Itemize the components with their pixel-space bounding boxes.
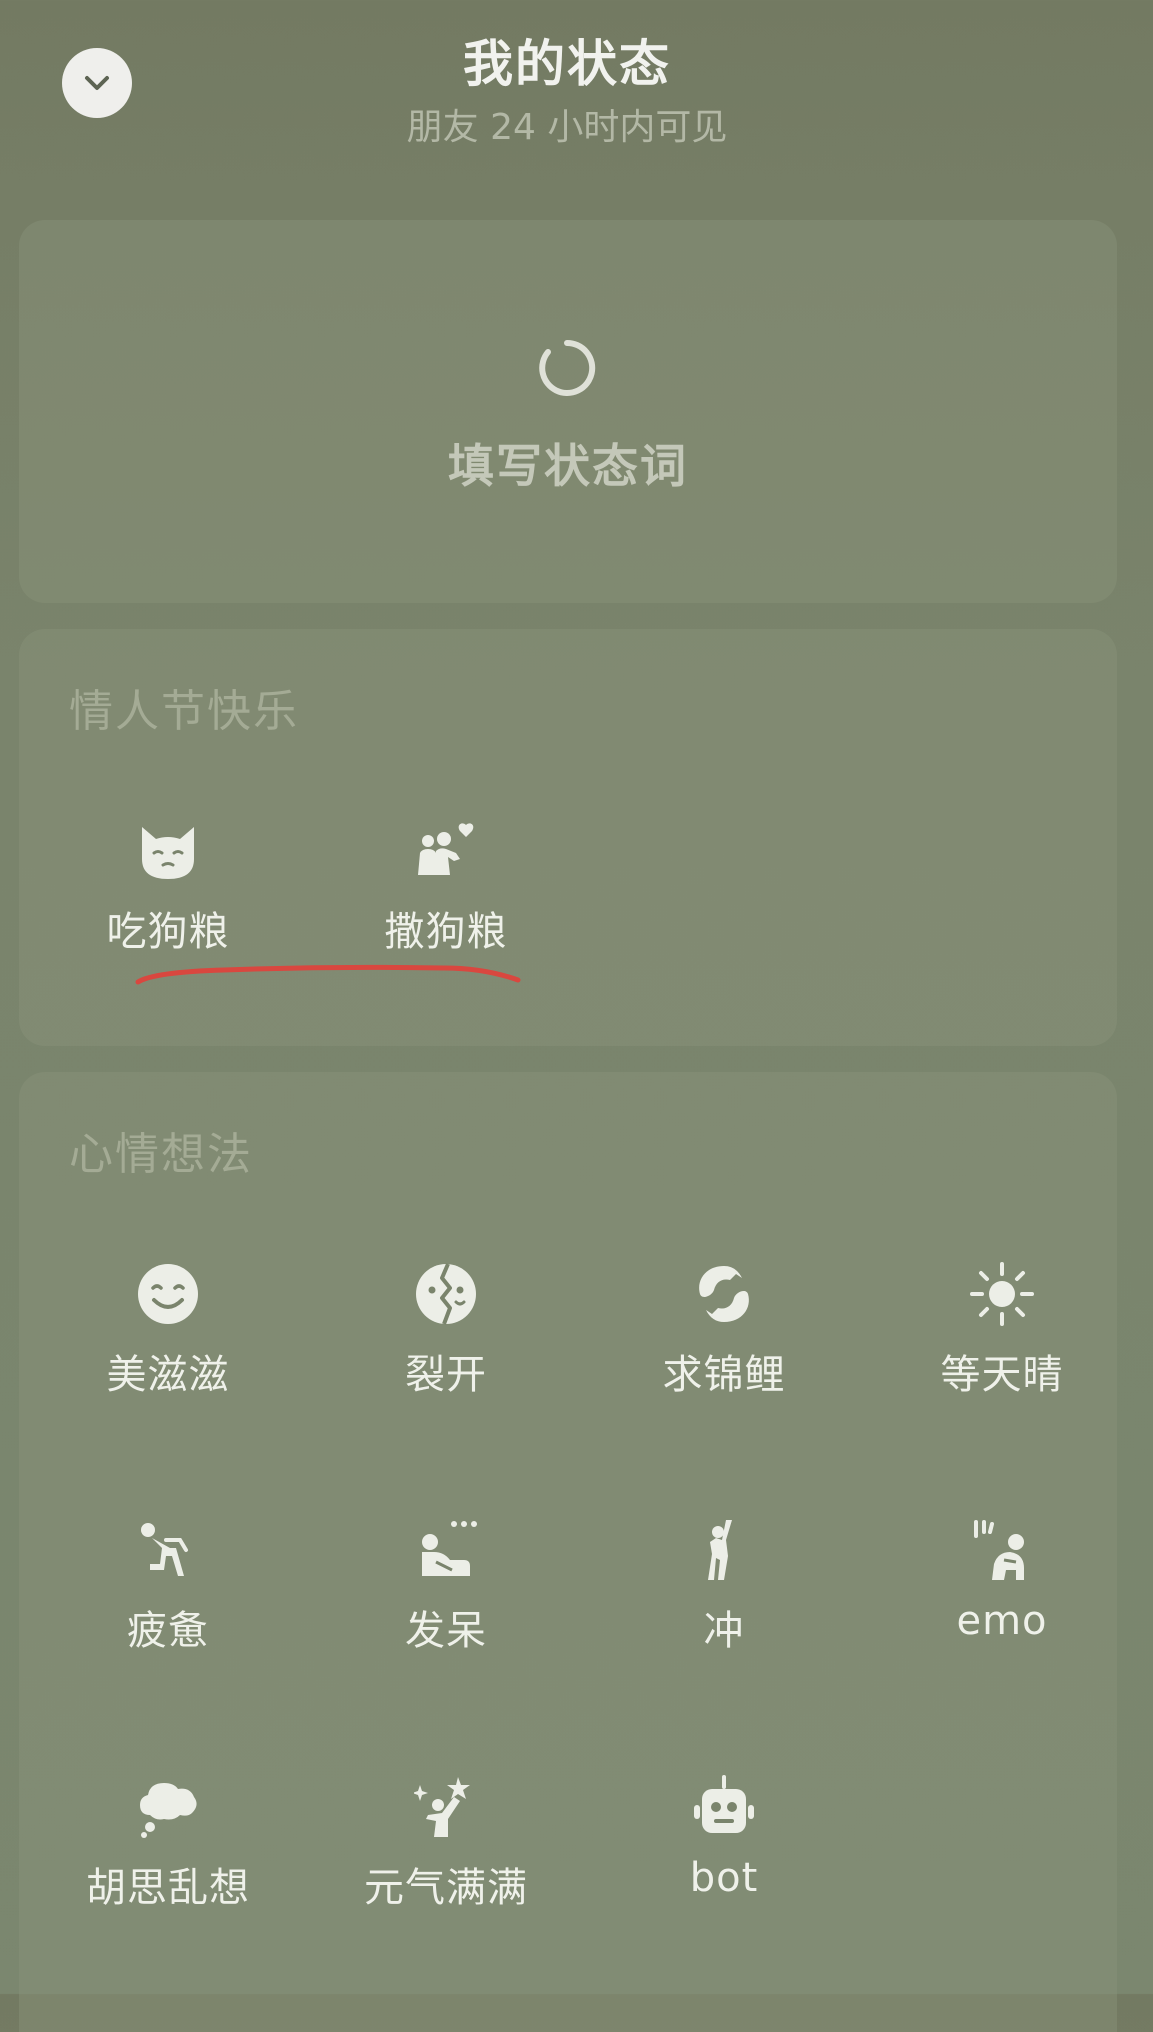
mood-section: 心情想法 美滋滋 裂开 求锦鲤 等天晴 疲惫 发呆 冲 emo 胡思乱想 元气满… <box>19 1072 1117 2032</box>
section-title-valentine: 情人节快乐 <box>69 686 299 737</box>
status-option-overthinking[interactable]: 胡思乱想 <box>58 1775 278 1925</box>
sun-icon <box>970 1262 1034 1326</box>
status-option-label: 美滋滋 <box>106 1352 230 1398</box>
daydream-person-icon <box>422 1521 477 1576</box>
status-option-label: 等天晴 <box>940 1352 1064 1398</box>
smug-cat-icon <box>142 827 194 879</box>
section-title-mood: 心情想法 <box>69 1129 253 1180</box>
smiling-face-icon <box>138 1264 198 1324</box>
red-underline-annotation <box>135 964 521 985</box>
couple-heart-icon <box>418 823 474 875</box>
emo-person-icon <box>974 1520 1024 1580</box>
exhausted-person-icon <box>141 1523 188 1576</box>
status-option-koi[interactable]: 求锦鲤 <box>614 1262 834 1412</box>
status-option-label: 吃狗粮 <box>106 909 230 955</box>
status-option-label: 发呆 <box>405 1608 487 1654</box>
status-option-label: 裂开 <box>405 1352 487 1398</box>
status-input-card[interactable]: 填写状态词 <box>19 220 1117 603</box>
status-option-cracked[interactable]: 裂开 <box>336 1262 556 1412</box>
header: 我的状态 朋友 24 小时内可见 <box>0 0 1153 170</box>
status-option-emo[interactable]: emo <box>892 1518 1112 1668</box>
page-subtitle: 朋友 24 小时内可见 <box>406 107 728 148</box>
status-option-share-dog-food[interactable]: 撒狗粮 <box>336 819 556 969</box>
status-option-label: 求锦鲤 <box>662 1352 786 1398</box>
status-option-bot[interactable]: bot <box>614 1775 834 1925</box>
status-option-label: emo <box>956 1598 1048 1644</box>
cracked-face-icon <box>416 1263 476 1325</box>
status-option-energetic[interactable]: 元气满满 <box>336 1775 556 1925</box>
status-option-charge[interactable]: 冲 <box>614 1518 834 1668</box>
status-option-eat-dog-food[interactable]: 吃狗粮 <box>58 819 278 969</box>
koi-fish-icon <box>699 1266 749 1322</box>
status-option-label: 撒狗粮 <box>384 909 508 955</box>
loading-spinner-icon <box>539 339 596 396</box>
status-option-label: 疲惫 <box>127 1608 209 1654</box>
status-option-wait-sunny[interactable]: 等天晴 <box>892 1262 1112 1412</box>
status-option-tired[interactable]: 疲惫 <box>58 1518 278 1668</box>
robot-icon <box>694 1775 754 1833</box>
status-option-label: 冲 <box>703 1608 745 1654</box>
status-prompt: 填写状态词 <box>448 439 688 493</box>
status-option-label: 元气满满 <box>364 1865 528 1911</box>
thought-cloud-icon <box>140 1783 197 1838</box>
status-option-happy[interactable]: 美滋滋 <box>58 1262 278 1412</box>
status-option-daydream[interactable]: 发呆 <box>336 1518 556 1668</box>
status-option-label: bot <box>689 1855 759 1901</box>
page-title: 我的状态 <box>463 35 671 93</box>
status-option-label: 胡思乱想 <box>86 1865 250 1911</box>
energetic-person-icon <box>414 1777 470 1837</box>
charge-person-icon <box>708 1520 732 1580</box>
